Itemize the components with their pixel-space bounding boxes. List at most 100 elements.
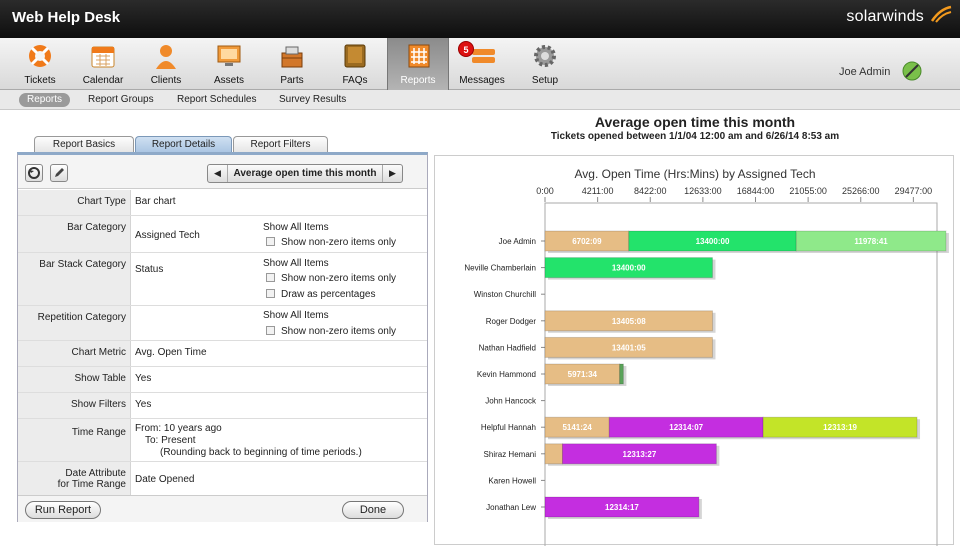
toolbar-label: Parts bbox=[280, 75, 304, 86]
toolbar-label: Assets bbox=[213, 75, 244, 86]
checkbox[interactable] bbox=[266, 237, 275, 246]
bar-segment bbox=[544, 443, 563, 465]
brand-name: solarwinds bbox=[846, 8, 924, 25]
subnav-report-schedules[interactable]: Report Schedules bbox=[169, 93, 265, 107]
row-label: Repetition Category bbox=[18, 306, 131, 340]
category-label: John Hancock bbox=[485, 397, 537, 406]
subnav-reports[interactable]: Reports bbox=[19, 93, 71, 107]
bar-category-value[interactable]: Assigned Tech bbox=[135, 230, 200, 241]
solarwinds-swoosh-icon bbox=[930, 5, 952, 23]
tab-report-filters[interactable]: Report Filters bbox=[233, 136, 328, 153]
row-label: Show Table bbox=[18, 367, 131, 392]
report-icon bbox=[408, 44, 430, 68]
toolbar-label: Reports bbox=[400, 75, 436, 86]
option-label: Show non-zero items only bbox=[281, 273, 397, 284]
report-navigator: ◀ Average open time this month ▶ bbox=[207, 164, 403, 183]
x-tick-label: 25266:00 bbox=[842, 186, 880, 196]
date-attribute-value[interactable]: Date Opened bbox=[135, 474, 195, 485]
option-label: Show non-zero items only bbox=[281, 326, 397, 337]
row-date-attribute: Date Attribute for Time Range Date Opened bbox=[18, 462, 427, 495]
x-tick-label: 0:00 bbox=[536, 186, 554, 196]
row-bar-stack-category: Bar Stack Category Status Show All Items… bbox=[18, 253, 427, 306]
panel-toolbar: ◀ Average open time this month ▶ bbox=[18, 155, 427, 189]
row-label-line: for Time Range bbox=[57, 479, 126, 490]
bar-chart: Avg. Open Time (Hrs:Mins) by Assigned Te… bbox=[464, 167, 949, 546]
bar-value-label: 5141:24 bbox=[562, 423, 592, 432]
bar-value-label: 11978:41 bbox=[854, 237, 888, 246]
toolbar-label: Calendar bbox=[82, 75, 124, 86]
show-all-items-option[interactable]: Show All Items bbox=[263, 258, 329, 269]
refresh-button[interactable] bbox=[25, 164, 43, 182]
toolbar-faqs-button[interactable]: FAQs bbox=[324, 38, 386, 90]
bar-segment bbox=[619, 363, 624, 385]
previous-report-button[interactable]: ◀ bbox=[208, 165, 228, 182]
category-label: Helpful Hannah bbox=[481, 423, 536, 432]
run-report-button[interactable]: Run Report bbox=[25, 501, 101, 519]
report-chart-subtitle: Tickets opened between 1/1/04 12:00 am a… bbox=[550, 131, 840, 142]
subnav-survey-results[interactable]: Survey Results bbox=[271, 93, 354, 107]
category-label: Joe Admin bbox=[499, 237, 536, 246]
show-filters-value[interactable]: Yes bbox=[135, 399, 151, 410]
show-all-items-option[interactable]: Show All Items bbox=[263, 310, 329, 321]
row-show-filters: Show Filters Yes bbox=[18, 393, 427, 419]
bar-value-label: 13400:00 bbox=[612, 264, 646, 273]
user-status-icon[interactable] bbox=[901, 60, 923, 82]
lifebuoy-icon bbox=[29, 45, 51, 67]
toolbar-label: Setup bbox=[531, 75, 559, 86]
toolbar-reports-button[interactable]: Reports bbox=[387, 38, 449, 90]
checkbox[interactable] bbox=[266, 273, 275, 282]
row-label: Chart Type bbox=[18, 190, 131, 215]
nonzero-option[interactable]: Show non-zero items only bbox=[263, 273, 396, 284]
toolbar-assets-button[interactable]: Assets bbox=[198, 38, 260, 90]
toolbar-clients-button[interactable]: Clients bbox=[135, 38, 197, 90]
nonzero-option[interactable]: Show non-zero items only bbox=[263, 237, 396, 248]
person-icon bbox=[156, 45, 176, 69]
toolbar-tickets-button[interactable]: Tickets bbox=[9, 38, 71, 90]
nonzero-option[interactable]: Show non-zero items only bbox=[263, 326, 396, 337]
main-toolbar: Tickets Calendar Clients Assets Parts FA… bbox=[0, 38, 960, 90]
toolbar-calendar-button[interactable]: Calendar bbox=[72, 38, 134, 90]
report-chart-title: Average open time this month bbox=[594, 114, 796, 130]
done-button[interactable]: Done bbox=[342, 501, 404, 519]
row-bar-category: Bar Category Assigned Tech Show All Item… bbox=[18, 216, 427, 253]
user-name[interactable]: Joe Admin bbox=[839, 66, 890, 78]
checkbox[interactable] bbox=[266, 326, 275, 335]
option-label: Show non-zero items only bbox=[281, 237, 397, 248]
show-table-value[interactable]: Yes bbox=[135, 373, 151, 384]
tab-report-details[interactable]: Report Details bbox=[135, 136, 232, 153]
bar-value-label: 13405:08 bbox=[612, 317, 646, 326]
bar-value-label: 12313:27 bbox=[623, 450, 657, 459]
tab-report-basics[interactable]: Report Basics bbox=[34, 136, 134, 153]
x-tick-label: 8422:00 bbox=[634, 186, 667, 196]
toolbar-messages-button[interactable]: 5 Messages bbox=[450, 38, 514, 90]
time-range-to[interactable]: To: Present bbox=[145, 435, 196, 446]
bar-stack-value[interactable]: Status bbox=[135, 264, 163, 275]
bar-value-label: 12314:17 bbox=[605, 503, 639, 512]
toolbar-label: Clients bbox=[150, 75, 182, 86]
category-label: Neville Chamberlain bbox=[464, 264, 536, 273]
toolbar-label: Tickets bbox=[24, 75, 56, 86]
row-chart-metric: Chart Metric Avg. Open Time bbox=[18, 341, 427, 367]
bar-value-label: 5971:34 bbox=[568, 370, 598, 379]
row-label: Bar Category bbox=[18, 216, 131, 252]
app-title: Web Help Desk bbox=[12, 9, 121, 26]
report-name: Average open time this month bbox=[233, 168, 377, 179]
row-label: Bar Stack Category bbox=[18, 253, 131, 305]
show-all-items-option[interactable]: Show All Items bbox=[263, 222, 329, 233]
toolbar-setup-button[interactable]: Setup bbox=[514, 38, 576, 90]
chart-metric-value[interactable]: Avg. Open Time bbox=[135, 347, 207, 358]
messages-count-badge: 5 bbox=[458, 41, 474, 57]
edit-button[interactable] bbox=[50, 164, 68, 182]
time-range-from[interactable]: From: 10 years ago bbox=[135, 423, 222, 434]
row-repetition-category: Repetition Category Show All Items Show … bbox=[18, 306, 427, 341]
next-report-button[interactable]: ▶ bbox=[382, 165, 402, 182]
toolbar-label: FAQs bbox=[342, 75, 368, 86]
bar-value-label: 13401:05 bbox=[612, 343, 646, 352]
checkbox[interactable] bbox=[266, 289, 275, 298]
percentages-option[interactable]: Draw as percentages bbox=[263, 289, 376, 300]
toolbar-parts-button[interactable]: Parts bbox=[261, 38, 323, 90]
row-label: Date Attribute for Time Range bbox=[18, 462, 131, 495]
chart-type-value[interactable]: Bar chart bbox=[135, 196, 176, 207]
category-label: Shiraz Hemani bbox=[484, 450, 537, 459]
subnav-report-groups[interactable]: Report Groups bbox=[80, 93, 162, 107]
